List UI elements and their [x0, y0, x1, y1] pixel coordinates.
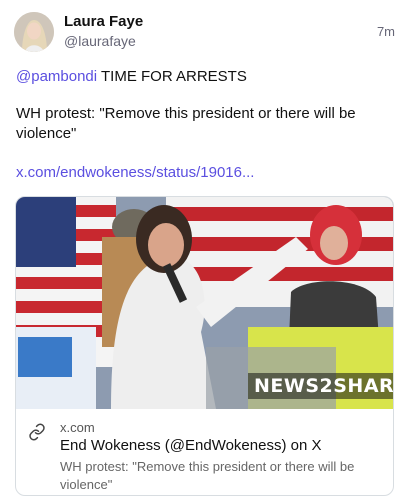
post-text-line3: x.com/endwokeness/status/19016...	[16, 163, 395, 183]
handle[interactable]: @laurafaye	[64, 31, 143, 51]
post-text-line1-rest: TIME FOR ARRESTS	[97, 68, 247, 85]
news2share-watermark: NEWS2SHARE	[248, 373, 393, 399]
post-text-line1: @pambondi TIME FOR ARRESTS	[16, 67, 395, 87]
link-preview-card[interactable]: NEWS2SHARE x.com End Wokeness (@EndWoken…	[15, 196, 394, 496]
mention-link[interactable]: @pambondi	[16, 68, 97, 85]
avatar[interactable]	[14, 12, 54, 52]
card-meta: x.com End Wokeness (@EndWokeness) on X W…	[16, 409, 393, 495]
post-header: Laura Faye @laurafaye 7m	[14, 12, 395, 52]
status-link[interactable]: x.com/endwokeness/status/19016...	[16, 164, 254, 181]
display-name[interactable]: Laura Faye	[64, 13, 143, 31]
card-description: WH protest: "Remove this president or th…	[60, 459, 355, 492]
post-text-line2: WH protest: "Remove this president or th…	[16, 105, 356, 142]
card-title[interactable]: End Wokeness (@EndWokeness) on X	[60, 436, 321, 456]
timestamp[interactable]: 7m	[377, 24, 395, 39]
author-names: Laura Faye @laurafaye	[64, 13, 143, 51]
card-media[interactable]: NEWS2SHARE	[16, 197, 393, 409]
link-icon	[29, 423, 45, 441]
card-domain: x.com	[60, 420, 95, 435]
post: Laura Faye @laurafaye 7m @pambondi TIME …	[0, 0, 409, 500]
